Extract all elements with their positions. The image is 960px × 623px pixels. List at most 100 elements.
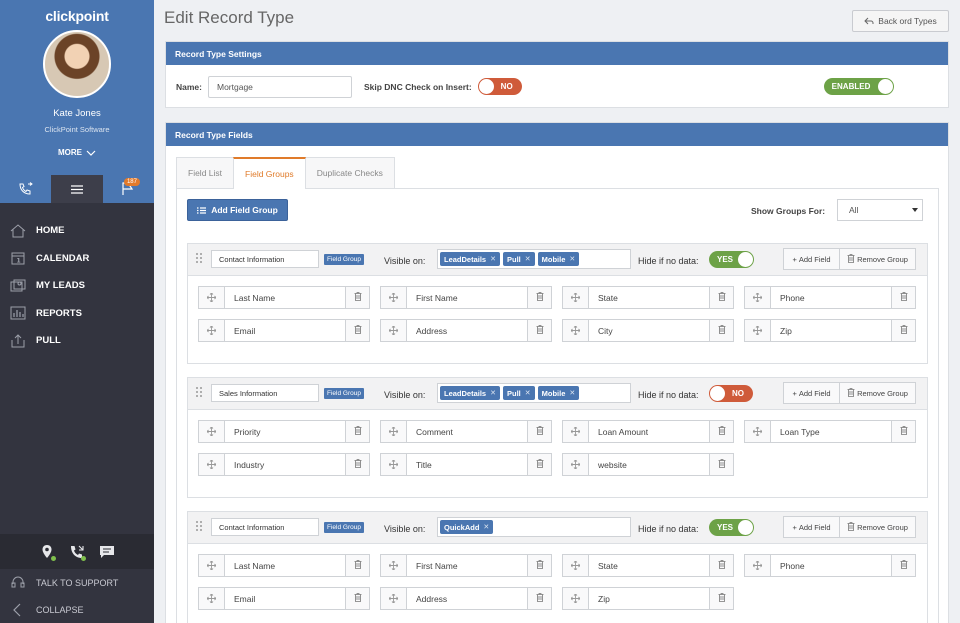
call-button[interactable]: [69, 544, 86, 561]
more-button[interactable]: MORE: [58, 148, 96, 157]
move-icon[interactable]: [198, 453, 224, 476]
visible-on-chip[interactable]: Mobile ✕: [537, 386, 580, 400]
hide-if-no-data-toggle[interactable]: YES: [709, 519, 754, 536]
location-button[interactable]: [39, 544, 56, 561]
delete-field-button[interactable]: [710, 286, 734, 309]
remove-chip-icon[interactable]: ✕: [490, 389, 496, 397]
remove-group-button[interactable]: Remove Group: [839, 248, 916, 270]
delete-field-button[interactable]: [710, 453, 734, 476]
hide-if-no-data-toggle[interactable]: YES: [709, 251, 754, 268]
move-icon[interactable]: [562, 286, 588, 309]
move-icon[interactable]: [562, 453, 588, 476]
group-name-input[interactable]: Contact Information: [211, 250, 319, 268]
remove-chip-icon[interactable]: ✕: [569, 255, 575, 263]
nav-item-home[interactable]: HOME: [0, 217, 154, 245]
nav-item-pull[interactable]: PULL: [0, 327, 154, 355]
remove-chip-icon[interactable]: ✕: [490, 255, 496, 263]
hide-if-no-data-toggle[interactable]: NO: [709, 385, 753, 402]
avatar[interactable]: [43, 30, 111, 98]
add-field-group-button[interactable]: Add Field Group: [187, 199, 288, 221]
visible-on-chip[interactable]: LeadDetails ✕: [440, 252, 500, 266]
group-name-input[interactable]: Sales Information: [211, 384, 319, 402]
delete-field-button[interactable]: [346, 319, 370, 342]
move-icon[interactable]: [380, 420, 406, 443]
delete-field-button[interactable]: [346, 554, 370, 577]
nav-item-calendar[interactable]: 1 CALENDAR: [0, 245, 154, 273]
delete-field-button[interactable]: [892, 554, 916, 577]
delete-field-button[interactable]: [346, 587, 370, 610]
add-field-button[interactable]: + Add Field: [783, 248, 840, 270]
move-icon[interactable]: [562, 554, 588, 577]
delete-field-button[interactable]: [346, 286, 370, 309]
chat-button[interactable]: [99, 544, 115, 560]
move-icon[interactable]: [198, 319, 224, 342]
enabled-toggle[interactable]: ENABLED: [823, 78, 894, 95]
delete-field-button[interactable]: [710, 587, 734, 610]
remove-chip-icon[interactable]: ✕: [569, 389, 575, 397]
move-icon[interactable]: [198, 286, 224, 309]
remove-chip-icon[interactable]: ✕: [483, 523, 489, 531]
delete-field-button[interactable]: [528, 319, 552, 342]
visible-on-input[interactable]: LeadDetails ✕ Pull ✕ Mobile ✕: [437, 249, 631, 269]
delete-field-button[interactable]: [346, 453, 370, 476]
phone-tab[interactable]: [0, 175, 52, 203]
move-icon[interactable]: [380, 453, 406, 476]
delete-field-button[interactable]: [528, 420, 552, 443]
move-icon[interactable]: [744, 319, 770, 342]
tab-field-groups[interactable]: Field Groups: [233, 157, 306, 189]
add-field-button[interactable]: + Add Field: [783, 516, 840, 538]
flag-tab[interactable]: 187: [102, 175, 154, 203]
remove-chip-icon[interactable]: ✕: [525, 255, 531, 263]
visible-on-chip[interactable]: Mobile ✕: [537, 252, 580, 266]
delete-field-button[interactable]: [528, 453, 552, 476]
visible-on-input[interactable]: QuickAdd ✕: [437, 517, 631, 537]
move-icon[interactable]: [744, 420, 770, 443]
drag-handle-icon[interactable]: [195, 520, 203, 534]
move-icon[interactable]: [198, 587, 224, 610]
delete-field-button[interactable]: [892, 420, 916, 443]
visible-on-chip[interactable]: QuickAdd ✕: [440, 520, 494, 534]
visible-on-chip[interactable]: Pull ✕: [502, 252, 535, 266]
delete-field-button[interactable]: [892, 286, 916, 309]
tab-field-list[interactable]: Field List: [176, 157, 235, 188]
visible-on-input[interactable]: LeadDetails ✕ Pull ✕ Mobile ✕: [437, 383, 631, 403]
nav-item-my-leads[interactable]: MY LEADS: [0, 272, 154, 300]
remove-chip-icon[interactable]: ✕: [525, 389, 531, 397]
delete-field-button[interactable]: [710, 554, 734, 577]
drag-handle-icon[interactable]: [195, 252, 203, 266]
talk-to-support-button[interactable]: TALK TO SUPPORT: [0, 569, 154, 596]
drag-handle-icon[interactable]: [195, 386, 203, 400]
delete-field-button[interactable]: [710, 319, 734, 342]
move-icon[interactable]: [380, 319, 406, 342]
skip-dnc-toggle[interactable]: NO: [477, 78, 522, 95]
back-button[interactable]: Back ord Types: [852, 10, 949, 32]
move-icon[interactable]: [198, 554, 224, 577]
collapse-button[interactable]: COLLAPSE: [0, 596, 154, 623]
remove-group-button[interactable]: Remove Group: [839, 516, 916, 538]
menu-tab[interactable]: [51, 175, 103, 203]
visible-on-chip[interactable]: Pull ✕: [502, 386, 535, 400]
add-field-button[interactable]: + Add Field: [783, 382, 840, 404]
move-icon[interactable]: [562, 420, 588, 443]
delete-field-button[interactable]: [528, 554, 552, 577]
delete-field-button[interactable]: [892, 319, 916, 342]
show-groups-select[interactable]: All: [837, 199, 923, 221]
delete-field-button[interactable]: [528, 286, 552, 309]
move-icon[interactable]: [380, 554, 406, 577]
visible-on-chip[interactable]: LeadDetails ✕: [440, 386, 500, 400]
move-icon[interactable]: [744, 286, 770, 309]
tab-duplicate-checks[interactable]: Duplicate Checks: [304, 157, 395, 188]
delete-field-button[interactable]: [346, 420, 370, 443]
move-icon[interactable]: [380, 587, 406, 610]
move-icon[interactable]: [562, 587, 588, 610]
nav-item-reports[interactable]: REPORTS: [0, 300, 154, 328]
move-icon[interactable]: [380, 286, 406, 309]
move-icon[interactable]: [744, 554, 770, 577]
move-icon[interactable]: [562, 319, 588, 342]
group-name-input[interactable]: Contact Information: [211, 518, 319, 536]
delete-field-button[interactable]: [710, 420, 734, 443]
move-icon[interactable]: [198, 420, 224, 443]
remove-group-button[interactable]: Remove Group: [839, 382, 916, 404]
delete-field-button[interactable]: [528, 587, 552, 610]
name-input[interactable]: Mortgage: [207, 75, 352, 98]
